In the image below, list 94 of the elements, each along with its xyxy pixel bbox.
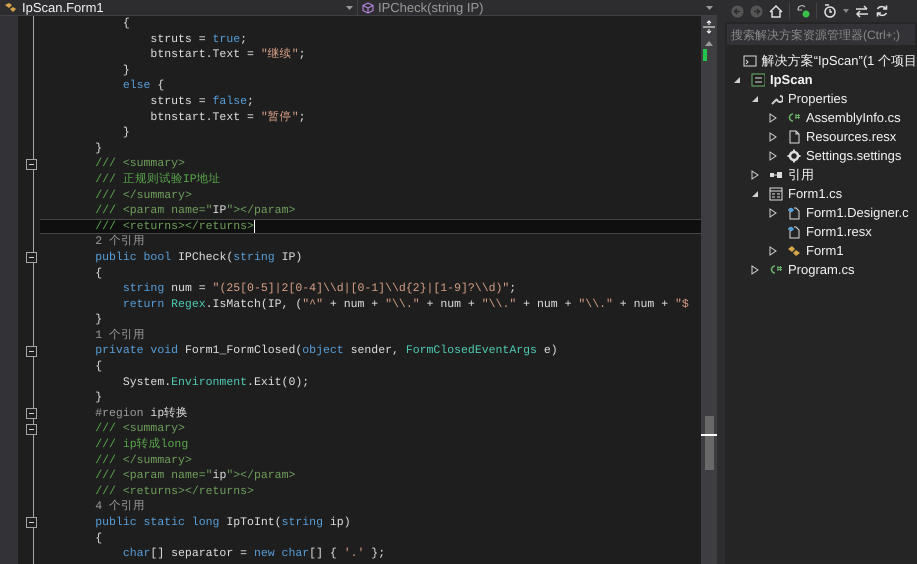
collapse-icon[interactable]	[26, 158, 37, 170]
code-line: /// </summary>	[94, 452, 192, 468]
tree-item[interactable]: Settings.settings	[787, 146, 902, 166]
code-line: struts = true;	[149, 32, 248, 48]
code-line: /// 正规则试验IP地址	[94, 172, 221, 188]
tree-item[interactable]: AssemblyInfo.cs	[787, 108, 901, 128]
code-line: private void Form1_FormClosed(object sender, FormClosedEventArgs e)	[94, 343, 558, 360]
code-line: }	[122, 125, 130, 141]
expanded-arrow-icon[interactable]	[733, 76, 741, 84]
code-line: else {	[122, 78, 164, 94]
solution-icon	[742, 54, 757, 68]
expanded-arrow-icon[interactable]	[751, 190, 759, 198]
caret-icon	[706, 6, 713, 10]
collapse-icon[interactable]	[26, 424, 37, 435]
collapse-icon[interactable]	[26, 346, 37, 357]
change-marker	[703, 49, 707, 61]
reference-count[interactable]: 1 个引用	[40, 328, 146, 344]
tree-item[interactable]: Form1.cs	[769, 184, 842, 204]
code-line: }	[94, 140, 102, 156]
reference-count[interactable]: 2 个引用	[40, 234, 146, 250]
code-line: /// <param name="IP"></param>	[94, 203, 296, 219]
class-icon	[787, 244, 801, 258]
code-line: struts = false;	[149, 94, 254, 110]
form-icon	[769, 186, 783, 200]
gear-icon	[787, 148, 801, 162]
collapsed-arrow-icon[interactable]	[769, 208, 777, 218]
code-line: /// <summary>	[94, 156, 185, 172]
file-icon	[787, 206, 801, 220]
code-file-icon	[787, 110, 801, 124]
tree-item[interactable]: 引用	[769, 164, 814, 184]
caret-position-marker	[701, 434, 717, 436]
home-icon[interactable]	[769, 4, 783, 18]
file-icon	[787, 130, 801, 144]
scroll-up-icon[interactable]	[705, 41, 713, 46]
type-dropdown[interactable]: IpScan.Form1	[0, 0, 358, 15]
code-line: {	[94, 530, 102, 546]
collapse-icon[interactable]	[26, 252, 37, 264]
code-line: #region ip转换	[94, 406, 188, 422]
code-line: {	[122, 16, 130, 32]
collapse-icon[interactable]	[26, 517, 37, 528]
tree-item[interactable]: Form1.resx	[787, 222, 872, 242]
code-line: string num = "(25[0-5]|2[0-4]\\d|[0-1]\\d{2}|[1-9]?\\d)";	[122, 281, 516, 297]
code-line: }	[94, 312, 102, 328]
file-icon	[787, 224, 801, 238]
code-line: public bool IPCheck(string IP)	[94, 250, 302, 266]
code-line: return Regex.IsMatch(IP, ("^" + num + "\\." + num + "\\." + num + "\\." + num + "$	[122, 296, 689, 312]
code-line: }	[94, 390, 102, 406]
sync-icon[interactable]	[796, 4, 810, 18]
code-line: public static long IpToInt(string ip)	[94, 515, 351, 531]
type-name: IpScan.Form1	[22, 0, 105, 15]
code-line: }	[122, 62, 130, 78]
caret-icon	[346, 6, 353, 10]
code-line: /// ip转成long	[94, 437, 188, 453]
cube-icon	[362, 2, 374, 14]
member-name: IPCheck(string IP)	[378, 0, 484, 15]
code-line: char[] separator = new char[] { '.' };	[122, 546, 386, 562]
expanded-arrow-icon[interactable]	[751, 94, 759, 102]
tree-item[interactable]: IpScan	[751, 70, 813, 90]
collapsed-arrow-icon[interactable]	[769, 150, 777, 160]
collapsed-arrow-icon[interactable]	[769, 246, 777, 256]
collapsed-arrow-icon[interactable]	[751, 264, 759, 274]
clock-icon[interactable]	[823, 4, 837, 18]
tree-item[interactable]: Program.cs	[769, 260, 854, 280]
tree-item[interactable]: Resources.resx	[787, 126, 896, 146]
collapsed-arrow-icon[interactable]	[769, 112, 777, 122]
swap-arrows-icon[interactable]	[855, 4, 869, 18]
split-icon[interactable]	[703, 20, 715, 34]
search-field[interactable]: 搜索解决方案资源管理器(Ctrl+;)	[727, 24, 915, 45]
tree-item[interactable]: Properties	[769, 88, 848, 108]
code-line: /// <returns></returns>	[94, 218, 254, 234]
caret-icon[interactable]	[843, 9, 849, 13]
collapsed-arrow-icon[interactable]	[769, 132, 777, 142]
code-line: {	[94, 359, 102, 375]
text-cursor	[254, 220, 255, 234]
refresh-icon[interactable]	[875, 4, 889, 18]
collapse-icon[interactable]	[26, 408, 37, 420]
collapsed-arrow-icon[interactable]	[751, 170, 759, 180]
scroll-thumb[interactable]	[705, 416, 714, 470]
code-line: /// <summary>	[94, 421, 185, 438]
code-line: {	[94, 266, 102, 282]
code-file-icon	[769, 262, 783, 276]
reference-count[interactable]: 4 个引用	[40, 499, 146, 515]
code-line: btnstart.Text = "继续";	[149, 47, 306, 63]
tree-item[interactable]: 解决方案“IpScan”(1 个项目	[742, 50, 917, 70]
class-icon	[4, 2, 18, 14]
tree-item[interactable]: Form1.Designer.c	[787, 202, 909, 222]
project-icon	[751, 72, 765, 86]
code-line: btnstart.Text = "暂停";	[149, 110, 306, 126]
code-line: /// <param name="ip"></param>	[94, 468, 296, 484]
code-line: /// <returns></returns>	[94, 484, 254, 500]
code-line: /// </summary>	[94, 188, 192, 204]
member-dropdown[interactable]: IPCheck(string IP)	[358, 0, 717, 15]
tree-item[interactable]: Form1	[787, 240, 844, 260]
code-line: System.Environment.Exit(0);	[122, 374, 310, 390]
